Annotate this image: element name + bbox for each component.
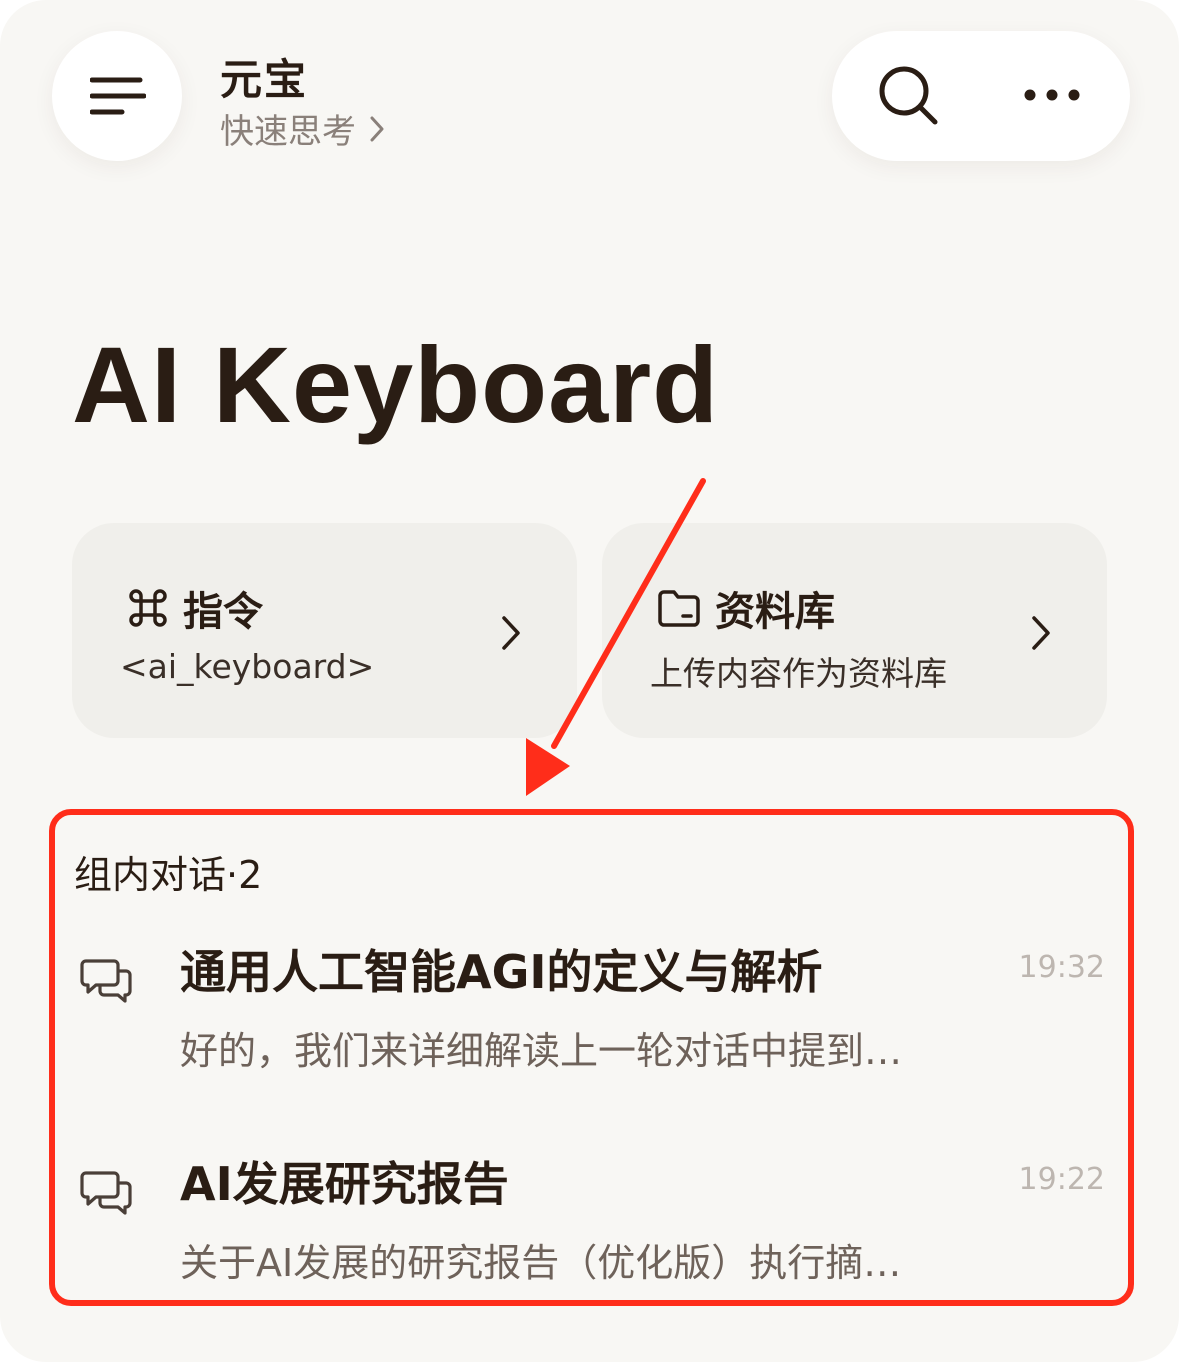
conversation-time: 19:32 bbox=[1018, 950, 1105, 985]
page-title: AI Keyboard bbox=[72, 324, 720, 445]
more-horizontal-icon[interactable] bbox=[1022, 87, 1082, 103]
conversation-preview: 好的，我们来详细解读上一轮对话中提到… bbox=[180, 1029, 903, 1073]
assistant-name: 元宝 bbox=[220, 55, 309, 104]
chevron-right-icon bbox=[1032, 616, 1050, 650]
app-screen: 元宝 快速思考 AI Keyboard 指令 <ai_keyboard> 资料库… bbox=[0, 0, 1179, 1362]
chat-bubbles-icon bbox=[80, 1171, 132, 1215]
card-header: 指令 bbox=[127, 579, 263, 637]
menu-icon bbox=[90, 77, 146, 115]
search-icon[interactable] bbox=[878, 65, 940, 127]
chevron-right-icon bbox=[370, 116, 384, 141]
section-label: 组内对话·2 bbox=[74, 853, 263, 897]
command-icon bbox=[129, 589, 167, 627]
conversation-time: 19:22 bbox=[1018, 1162, 1105, 1197]
conversation-preview: 关于AI发展的研究报告（优化版）执行摘… bbox=[180, 1241, 902, 1285]
chat-bubbles-icon bbox=[80, 959, 132, 1003]
header-actions bbox=[832, 31, 1130, 161]
conversation-title: 通用人工智能AGI的定义与解析 bbox=[180, 945, 823, 999]
conversation-item[interactable]: AI发展研究报告 关于AI发展的研究报告（优化版）执行摘… 19:22 bbox=[0, 1157, 1179, 1330]
mode-selector[interactable]: 快速思考 bbox=[220, 104, 384, 153]
mode-label: 快速思考 bbox=[220, 112, 356, 152]
conversation-item[interactable]: 通用人工智能AGI的定义与解析 好的，我们来详细解读上一轮对话中提到… 19:3… bbox=[0, 945, 1179, 1118]
folder-icon bbox=[658, 590, 700, 627]
card-header: 资料库 bbox=[657, 579, 835, 637]
library-card[interactable]: 资料库 上传内容作为资料库 bbox=[602, 523, 1107, 738]
card-title: 资料库 bbox=[715, 589, 835, 635]
menu-button[interactable] bbox=[52, 31, 182, 161]
conversation-title: AI发展研究报告 bbox=[180, 1157, 509, 1211]
command-card[interactable]: 指令 <ai_keyboard> bbox=[72, 523, 577, 738]
card-subtitle: 上传内容作为资料库 bbox=[650, 654, 947, 693]
card-title: 指令 bbox=[183, 589, 263, 635]
chevron-right-icon bbox=[502, 616, 520, 650]
card-subtitle: <ai_keyboard> bbox=[120, 647, 375, 686]
